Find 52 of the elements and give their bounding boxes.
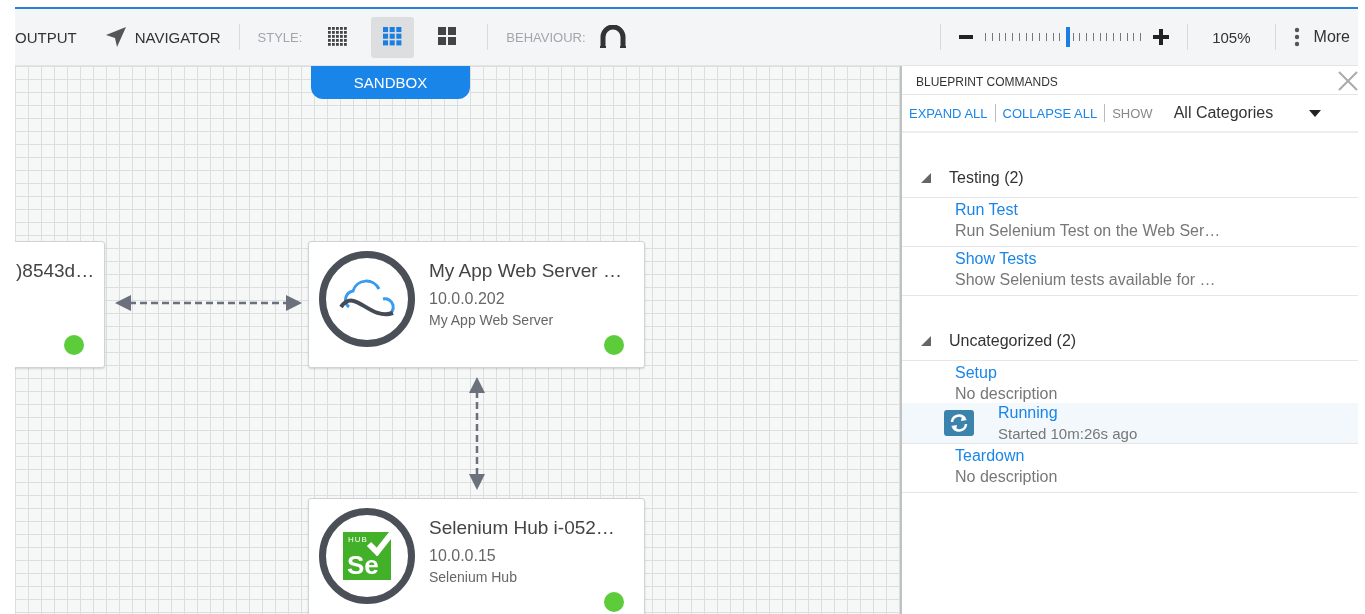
node-title: My App Web Server … [429, 260, 622, 282]
grid-icon [382, 27, 403, 47]
command-link[interactable]: Run Test [955, 201, 1358, 219]
node-title: Selenium Hub i-052… [429, 517, 615, 539]
server-node-card[interactable]: HUB Se Selenium Hub i-052… 10.0.0.15 Selenium Hub [308, 498, 645, 614]
command-description: No description [955, 385, 1059, 403]
command-link[interactable]: Teardown [955, 447, 1358, 465]
node-subtitle: My App Web Server [429, 312, 555, 328]
panel-title: BLUEPRINT COMMANDS [916, 75, 1058, 89]
command-description: No description [955, 468, 1059, 486]
vertical-dots-icon [1293, 27, 1300, 47]
category-header[interactable]: Uncategorized (2) [902, 324, 1358, 361]
server-node-card[interactable]: )8543d… [15, 241, 105, 368]
slider-thumb[interactable] [1065, 27, 1070, 47]
more-button[interactable]: More [1293, 27, 1350, 47]
grid-style-button[interactable] [371, 16, 415, 58]
ip-address: 10.0.0.202 [429, 290, 506, 308]
magnet-icon [599, 25, 626, 49]
command-description: Run Selenium Test on the Web Ser… [955, 222, 1222, 240]
show-label: SHOW [1112, 105, 1153, 121]
expand-all-link[interactable]: EXPAND ALL [909, 105, 988, 121]
category-header[interactable]: Testing (2) [902, 161, 1358, 198]
close-icon [1338, 70, 1358, 91]
logo-text: Se [347, 550, 379, 580]
command-status-text: Started 10m:26s ago [998, 425, 1138, 442]
category-dropdown[interactable]: All Categories [1173, 104, 1322, 122]
command-status-link[interactable]: Running [998, 404, 1138, 422]
command-description: Show Selenium tests available for … [955, 271, 1217, 289]
zoom-percentage: 105% [1211, 28, 1252, 46]
command-link[interactable]: Show Tests [955, 250, 1358, 268]
magnet-button[interactable] [599, 25, 626, 49]
zoom-slider[interactable] [985, 27, 1142, 47]
grid-icon [437, 27, 458, 47]
caret-icon [1309, 109, 1322, 117]
ip-address: 10.0.0.15 [429, 547, 497, 565]
refresh-icon [944, 410, 974, 436]
node-subtitle: Selenium Hub [429, 569, 518, 585]
command-link[interactable]: Setup [955, 364, 1358, 382]
navigator-button[interactable]: NAVIGATOR [104, 26, 221, 48]
grid-icon [327, 27, 348, 47]
behaviour-label: BEHAVIOUR: [506, 29, 586, 45]
collapse-all-link[interactable]: COLLAPSE ALL [1002, 105, 1098, 121]
sandbox-tab[interactable]: SANDBOX [311, 66, 470, 99]
zoom-in-button[interactable] [1153, 29, 1170, 45]
cloud-logo-icon [319, 251, 415, 347]
server-node-card[interactable]: My App Web Server … 10.0.0.202 My App Web Server [308, 241, 645, 368]
output-button[interactable]: OUTPUT [15, 28, 77, 46]
navigation-arrow-icon [104, 26, 127, 48]
logo-text: HUB [348, 535, 368, 544]
plus-icon [1153, 29, 1170, 45]
node-title: )8543d… [16, 260, 95, 282]
style-label: STYLE: [257, 29, 303, 45]
